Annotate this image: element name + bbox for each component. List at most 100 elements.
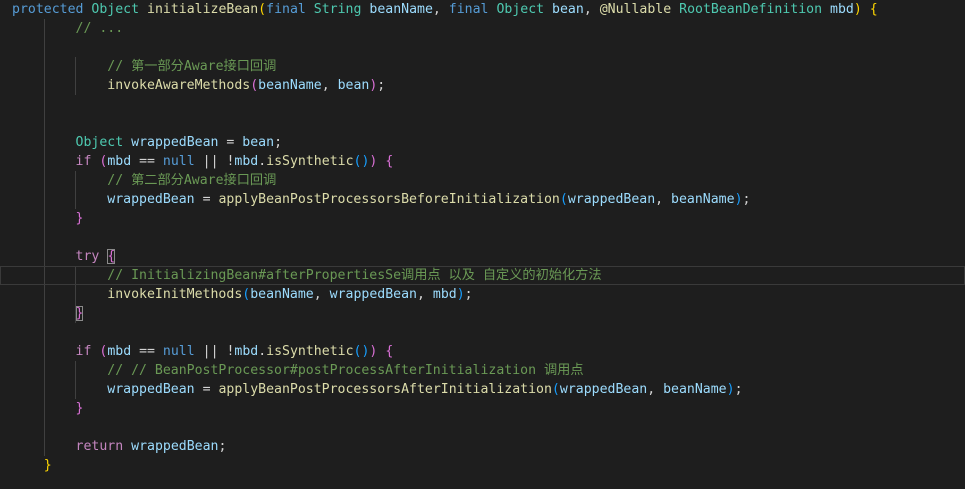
- code-line[interactable]: }: [0, 456, 965, 475]
- code-line[interactable]: [0, 418, 965, 437]
- code-token: {: [385, 154, 394, 169]
- code-token: null: [162, 344, 195, 359]
- code-token: bean: [337, 78, 370, 93]
- code-token: (: [250, 78, 259, 93]
- code-token: }: [43, 458, 52, 473]
- code-line[interactable]: }: [0, 399, 965, 418]
- code-token: bean: [552, 2, 584, 17]
- code-token: applyBeanPostProcessorsAfterInitializati…: [218, 382, 552, 397]
- code-line[interactable]: try {: [0, 247, 965, 266]
- code-token: wrappedBean: [131, 439, 219, 454]
- code-token: {: [385, 344, 394, 359]
- code-line[interactable]: Object wrappedBean = bean;: [0, 133, 965, 152]
- code-token: =: [218, 135, 243, 150]
- code-line[interactable]: wrappedBean = applyBeanPostProcessorsAft…: [0, 380, 965, 399]
- code-token: // 第一部分Aware接口回调: [107, 59, 277, 74]
- code-token: protected: [12, 2, 84, 17]
- code-token: Object: [91, 2, 140, 17]
- code-token: invokeAwareMethods: [107, 78, 251, 93]
- code-token: .: [258, 344, 267, 359]
- code-token: try: [75, 249, 100, 264]
- code-token: // InitializingBean#afterPropertiesSe调用点…: [107, 268, 602, 283]
- code-line[interactable]: invokeAwareMethods(beanName, bean);: [0, 76, 965, 95]
- code-token: ): [853, 2, 862, 17]
- code-line[interactable]: [0, 114, 965, 133]
- code-token: ): [726, 382, 735, 397]
- code-token: || !: [194, 344, 235, 359]
- code-token: if: [75, 344, 92, 359]
- code-line[interactable]: }: [0, 209, 965, 228]
- code-token: ): [734, 192, 743, 207]
- code-editor[interactable]: protected Object initializeBean ( final St…: [0, 0, 965, 489]
- code-token: null: [162, 154, 195, 169]
- code-token: invokeInitMethods: [107, 287, 243, 302]
- code-token: ,: [313, 287, 330, 302]
- code-token: mbd: [107, 344, 132, 359]
- code-token: wrappedBean: [329, 287, 417, 302]
- code-line[interactable]: [0, 95, 965, 114]
- code-line[interactable]: wrappedBean = applyBeanPostProcessorsBef…: [0, 190, 965, 209]
- code-token: mbd: [107, 154, 132, 169]
- code-token: applyBeanPostProcessorsBeforeInitializat…: [218, 192, 560, 207]
- code-token: Object: [75, 135, 124, 150]
- code-token: wrappedBean: [107, 382, 195, 397]
- code-line[interactable]: // // BeanPostProcessor#postProcessAfter…: [0, 361, 965, 380]
- code-line[interactable]: // 第二部分Aware接口回调: [0, 171, 965, 190]
- code-token: bean: [242, 135, 275, 150]
- code-token: String: [313, 2, 362, 17]
- code-token: }: [75, 211, 84, 226]
- code-line[interactable]: [0, 228, 965, 247]
- code-token: ,: [583, 2, 600, 17]
- code-token: ,: [416, 287, 433, 302]
- code-token: beanName: [250, 287, 314, 302]
- code-line[interactable]: invokeInitMethods(beanName, wrappedBean,…: [0, 285, 965, 304]
- code-token: wrappedBean: [559, 382, 648, 397]
- code-token: ;: [734, 382, 743, 397]
- code-token: ==: [131, 154, 163, 169]
- code-token: // ...: [75, 21, 124, 36]
- code-token: ,: [655, 192, 672, 207]
- code-line[interactable]: // 第一部分Aware接口回调: [0, 57, 965, 76]
- code-line[interactable]: return wrappedBean;: [0, 437, 965, 456]
- code-line[interactable]: [0, 323, 965, 342]
- code-line[interactable]: protected Object initializeBean(final St…: [0, 0, 965, 19]
- code-line[interactable]: if (mbd == null || !mbd.isSynthetic()) {: [0, 342, 965, 361]
- code-token: .: [258, 154, 267, 169]
- code-token: wrappedBean: [131, 135, 219, 150]
- code-token: ==: [131, 344, 163, 359]
- code-token: ;: [742, 192, 751, 207]
- code-token: @Nullable: [599, 2, 672, 17]
- code-token: || !: [194, 154, 235, 169]
- code-line[interactable]: }: [0, 304, 965, 323]
- code-token: wrappedBean: [107, 192, 195, 207]
- code-token: return: [75, 439, 124, 454]
- code-token: final: [266, 2, 306, 17]
- code-line[interactable]: [0, 38, 965, 57]
- code-token: isSynthetic: [266, 344, 354, 359]
- code-token: initializeBean: [147, 2, 259, 17]
- code-line[interactable]: if (mbd == null || !mbd.isSynthetic()) {: [0, 152, 965, 171]
- code-line[interactable]: // ...: [0, 19, 965, 38]
- code-token: (): [353, 344, 370, 359]
- code-token: (: [551, 382, 560, 397]
- code-token: mbd: [830, 2, 854, 17]
- code-line[interactable]: // InitializingBean#afterPropertiesSe调用点…: [0, 266, 965, 285]
- code-token: beanName: [671, 192, 735, 207]
